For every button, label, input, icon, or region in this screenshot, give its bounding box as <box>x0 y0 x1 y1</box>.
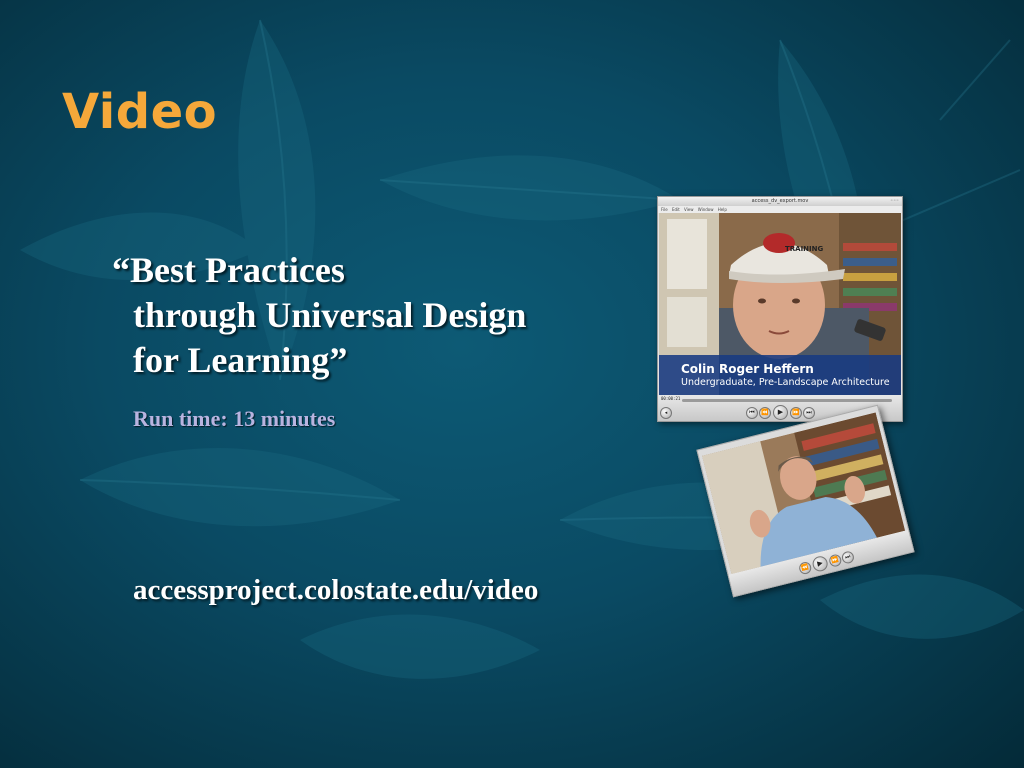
video-title-quote: “Best Practices through Universal Design… <box>112 248 526 383</box>
caption-role: Undergraduate, Pre-Landscape Architectur… <box>681 377 890 388</box>
window-buttons-icon[interactable]: ◦◦◦ <box>890 197 899 206</box>
quote-line-3: for Learning” <box>133 340 348 380</box>
rewind-icon[interactable]: ⏪ <box>759 407 771 419</box>
play-icon[interactable]: ▶ <box>811 554 830 573</box>
timecode-display: 00:00:21 <box>661 396 681 401</box>
fast-forward-icon[interactable]: ⏩ <box>790 407 802 419</box>
quote-line-1: “Best Practices <box>112 250 345 290</box>
volume-icon[interactable]: ◂ <box>660 407 672 419</box>
slide-title: Video <box>62 84 218 140</box>
player-menubar[interactable]: File Edit View Window Help <box>658 206 902 213</box>
cap-logo-text: TRAINING <box>785 245 824 253</box>
name-caption-band: Colin Roger Heffern Undergraduate, Pre-L… <box>659 355 901 395</box>
run-time-label: Run time: 13 minutes <box>133 406 336 431</box>
scrub-bar[interactable] <box>682 399 892 402</box>
skip-back-icon[interactable]: ⏮ <box>746 407 758 419</box>
skip-forward-icon[interactable]: ⏭ <box>840 550 856 565</box>
video-player-window: access_dv_export.mov ◦◦◦ File Edit View … <box>657 196 903 422</box>
player-window-title: access_dv_export.mov <box>751 198 809 204</box>
rewind-icon[interactable]: ⏪ <box>797 560 813 576</box>
caption-name: Colin Roger Heffern <box>681 362 814 376</box>
play-icon[interactable]: ▶ <box>773 405 788 420</box>
fast-forward-icon[interactable]: ⏩ <box>828 553 843 568</box>
skip-forward-icon[interactable]: ⏭ <box>803 407 815 419</box>
video-frame-student: TRAINING Colin Roger Heffern Undergradua… <box>659 213 901 395</box>
player-titlebar: access_dv_export.mov ◦◦◦ <box>658 197 902 206</box>
video-url-link[interactable]: accessproject.colostate.edu/video <box>133 574 538 607</box>
quote-line-2: through Universal Design <box>133 295 527 335</box>
